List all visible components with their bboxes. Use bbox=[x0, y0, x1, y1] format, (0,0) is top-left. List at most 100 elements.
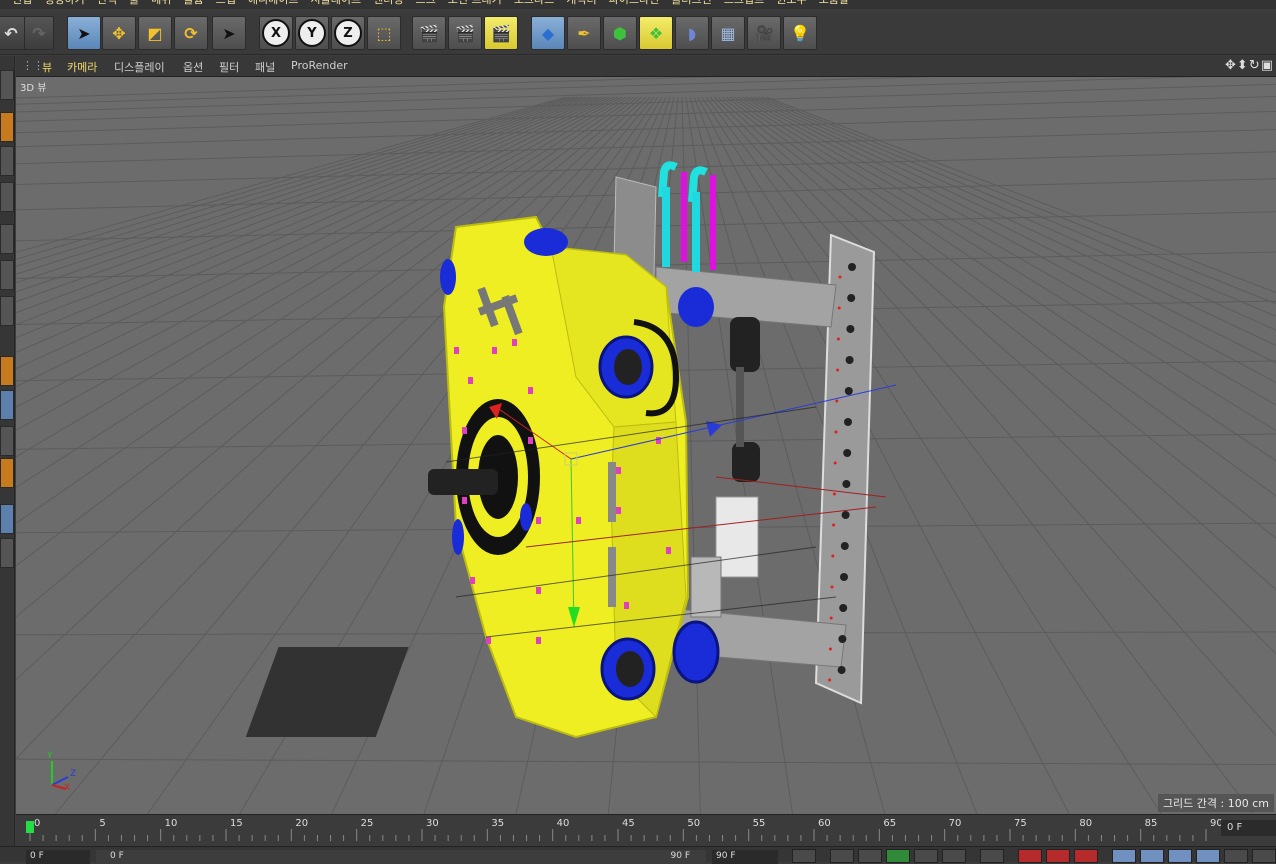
menu-item[interactable]: 스냅 bbox=[216, 0, 236, 9]
camera-button[interactable]: 🎥 bbox=[747, 16, 781, 50]
axis-z-button[interactable]: Z bbox=[331, 16, 365, 50]
axis-y-button[interactable]: Y bbox=[295, 16, 329, 50]
subdivision-button[interactable]: ⬢ bbox=[603, 16, 637, 50]
locked-workplane-button[interactable] bbox=[0, 458, 14, 488]
menu-item[interactable]: 스크립트 bbox=[724, 0, 764, 9]
menu-item[interactable]: 선택 bbox=[97, 0, 117, 9]
live-select-button[interactable]: ➤ bbox=[67, 16, 101, 50]
solo-button[interactable] bbox=[0, 538, 14, 568]
red-marker bbox=[836, 337, 840, 341]
redo-button[interactable]: ↷ bbox=[24, 16, 54, 50]
3d-viewport[interactable]: Y Z X 3D 뷰 그리드 간격 : 100 cm bbox=[16, 76, 1276, 814]
workplane-button[interactable] bbox=[0, 182, 14, 212]
menu-item[interactable]: 툴 bbox=[129, 0, 139, 9]
edges-mode-button[interactable] bbox=[0, 260, 14, 290]
timeline[interactable]: 0 5 10 15 20 25 30 35 40 45 50 55 60 65 70 75 80 85 90 bbox=[16, 814, 1276, 847]
menu-item[interactable]: 생성하기 bbox=[44, 0, 84, 9]
camera-menu[interactable]: 카메라 bbox=[67, 59, 97, 75]
axis-x-button[interactable]: X bbox=[259, 16, 293, 50]
coordinate-system-button[interactable]: ⬚ bbox=[367, 16, 401, 50]
start-frame-field[interactable]: 0 F bbox=[26, 850, 90, 864]
pen-button[interactable]: ✒ bbox=[567, 16, 601, 50]
timeline-tick-label: 35 bbox=[491, 818, 505, 829]
timeline-tick-label: 50 bbox=[687, 818, 701, 829]
tweak-mode-button[interactable] bbox=[0, 390, 14, 420]
panel-menu[interactable]: 패널 bbox=[255, 59, 275, 75]
menu-item[interactable]: 캐릭터 bbox=[566, 0, 596, 9]
bolt-hole bbox=[843, 449, 852, 457]
red-marker bbox=[835, 399, 839, 403]
bolt-hole bbox=[839, 604, 848, 612]
cursor-icon: ➤ bbox=[77, 23, 91, 43]
world-axis-z-label: Z bbox=[70, 769, 77, 779]
timeline-tick-label: 0 bbox=[34, 818, 41, 829]
timeline-tick-label: 85 bbox=[1144, 818, 1158, 829]
points-mode-button[interactable] bbox=[0, 224, 14, 254]
menu-item[interactable]: 볼륨 bbox=[183, 0, 203, 9]
texture-mode-button[interactable] bbox=[0, 146, 14, 176]
hull-marker bbox=[462, 427, 467, 434]
hull-marker bbox=[528, 437, 533, 444]
bolt-hole bbox=[847, 294, 856, 302]
render-settings-button[interactable]: 🎬 bbox=[484, 16, 518, 50]
polygons-mode-button[interactable] bbox=[0, 296, 14, 326]
transport-bar: 0 F 0 F 90 F 90 F bbox=[0, 846, 1276, 864]
timeline-tick-label: 20 bbox=[295, 818, 309, 829]
rotate-button[interactable]: ⟳ bbox=[174, 16, 208, 50]
camera-icon: 🎥 bbox=[754, 23, 774, 43]
menu-item[interactable]: 모션 트래커 bbox=[448, 0, 502, 9]
light-button[interactable]: 💡 bbox=[783, 16, 817, 50]
preview-range-slider[interactable]: 0 F 90 F bbox=[96, 850, 706, 864]
main-toolbar: ↶ ↷ ➤ ✥ ◩ ⟳ ➤ X Y Z ⬚ 🎬 🎬 🎬 ◆ ✒ ⬢ ❖ ◗ ▦ … bbox=[0, 12, 1276, 55]
scale-button[interactable]: ◩ bbox=[138, 16, 172, 50]
deformer-icon: ◗ bbox=[687, 23, 697, 43]
undo-button[interactable]: ↶ bbox=[0, 16, 26, 50]
current-frame-field[interactable]: 0 F bbox=[1221, 820, 1276, 836]
axis-mode-button[interactable] bbox=[0, 356, 14, 386]
menu-item[interactable]: 도움말 bbox=[819, 0, 849, 9]
menu-item[interactable]: 시뮬레이트 bbox=[310, 0, 361, 9]
prorender-menu[interactable]: ProRender bbox=[291, 59, 348, 72]
cursor-icon: ➤ bbox=[222, 23, 236, 43]
bolt-hole bbox=[844, 387, 853, 395]
move-button[interactable]: ✥ bbox=[102, 16, 136, 50]
make-editable-button[interactable] bbox=[0, 70, 14, 100]
render-to-picture-viewer-button[interactable]: 🎬 bbox=[448, 16, 482, 50]
undo-icon: ↶ bbox=[4, 23, 18, 43]
timeline-ruler[interactable] bbox=[16, 815, 1221, 847]
deformer-button[interactable]: ◗ bbox=[675, 16, 709, 50]
menu-item[interactable]: 플러그인 bbox=[671, 0, 711, 9]
view-menu[interactable]: 뷰 bbox=[42, 59, 52, 75]
menu-item[interactable]: 파이프라인 bbox=[609, 0, 660, 9]
floor-button[interactable]: ▦ bbox=[711, 16, 745, 50]
snap-button[interactable] bbox=[0, 426, 14, 456]
filter-menu[interactable]: 필터 bbox=[219, 59, 239, 75]
timeline-tick-label: 65 bbox=[883, 818, 897, 829]
hull-marker bbox=[462, 497, 467, 504]
menu-item[interactable]: 윈도우 bbox=[776, 0, 806, 9]
timeline-playhead[interactable] bbox=[26, 821, 34, 833]
hull-marker bbox=[528, 387, 533, 394]
menu-item[interactable]: 편집 bbox=[12, 0, 32, 9]
array-button[interactable]: ❖ bbox=[639, 16, 673, 50]
cube-button[interactable]: ◆ bbox=[531, 16, 565, 50]
viewport-navigation-icons[interactable]: ✥⬍↻▣ bbox=[1225, 58, 1274, 73]
options-menu[interactable]: 옵션 bbox=[183, 59, 203, 75]
menu-item[interactable]: 메쉬 bbox=[151, 0, 171, 9]
menu-item[interactable]: 모그라프 bbox=[514, 0, 554, 9]
menu-item[interactable]: 애니메이트 bbox=[248, 0, 299, 9]
display-menu[interactable]: 디스플레이 bbox=[114, 59, 165, 75]
model-mode-button[interactable] bbox=[0, 112, 14, 142]
viewport-scene bbox=[16, 77, 1276, 814]
bolt-hole bbox=[841, 511, 850, 519]
lock-button[interactable] bbox=[0, 504, 14, 534]
recent-tool-button[interactable]: ➤ bbox=[212, 16, 246, 50]
menu-item[interactable]: 렌더링 bbox=[373, 0, 403, 9]
menu-item[interactable]: 스크 bbox=[415, 0, 435, 9]
hull-marker bbox=[536, 517, 541, 524]
timeline-tick-label: 75 bbox=[1014, 818, 1027, 829]
bolt-hole bbox=[845, 356, 854, 364]
render-view-button[interactable]: 🎬 bbox=[412, 16, 446, 50]
hull-marker bbox=[512, 339, 517, 346]
end-frame-field[interactable]: 90 F bbox=[712, 850, 778, 864]
